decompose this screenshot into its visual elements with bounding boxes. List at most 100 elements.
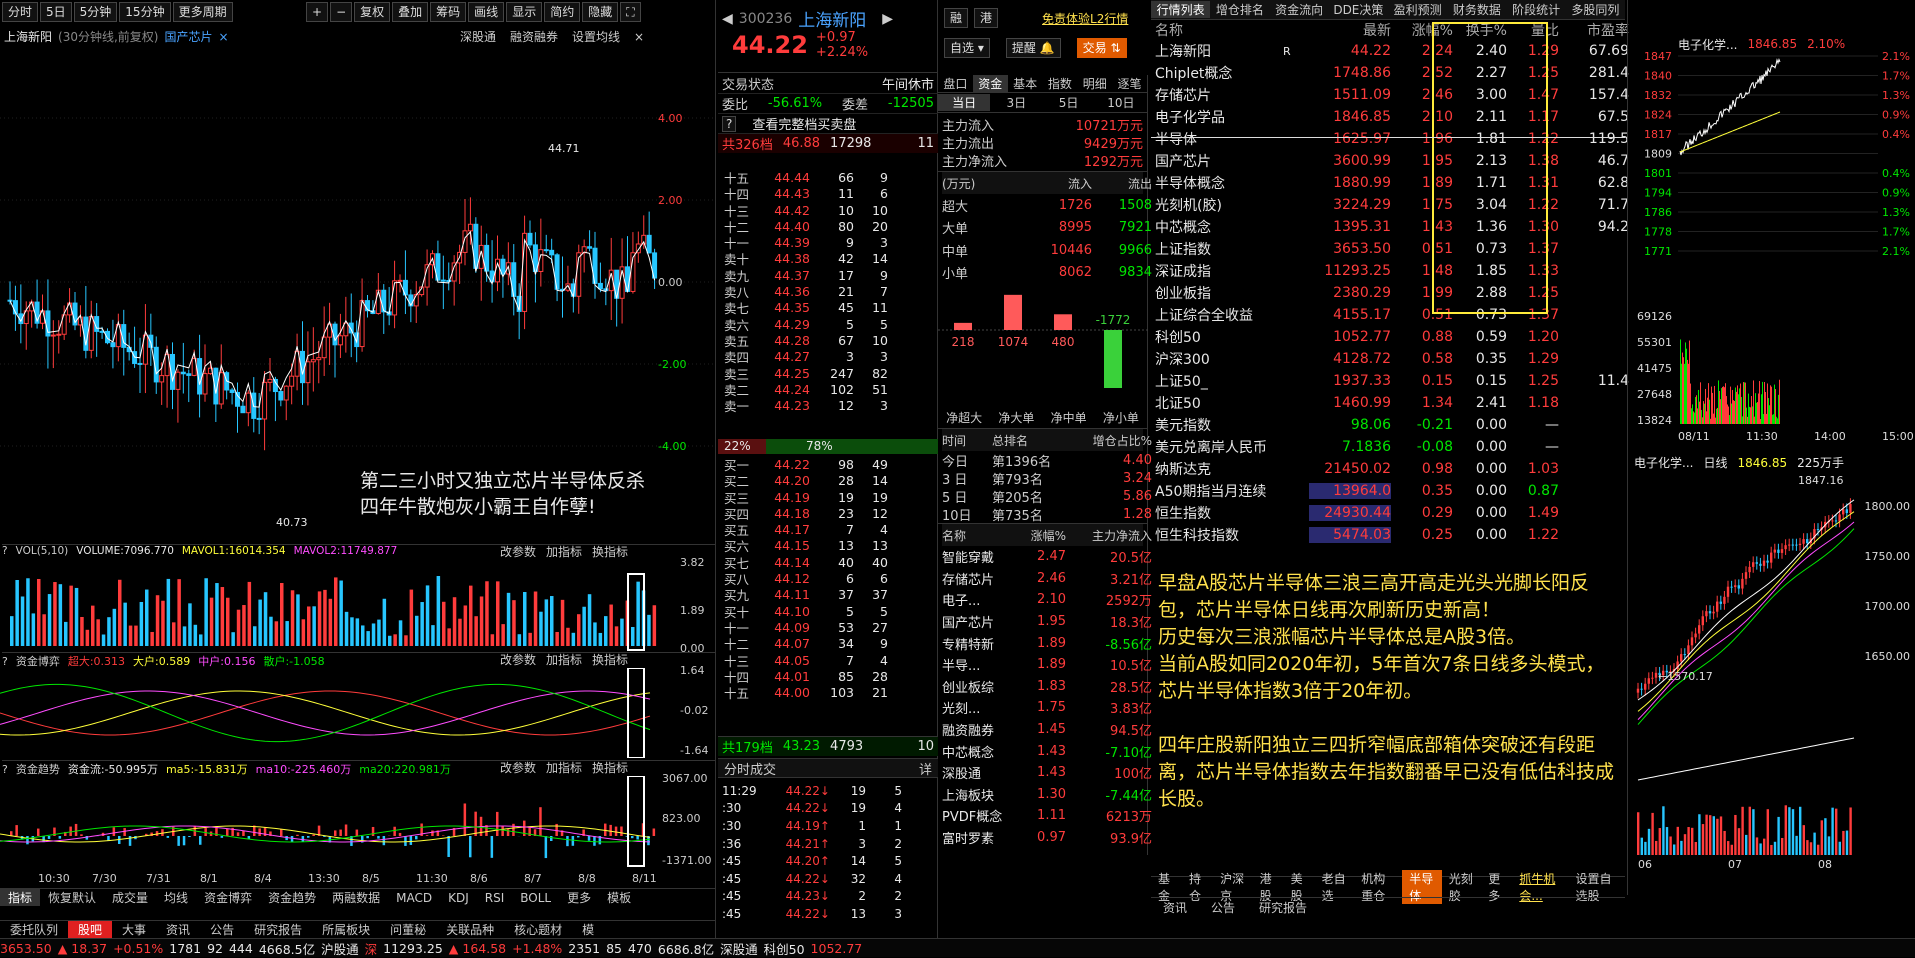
orderbook-row[interactable]: 十三44.421010 bbox=[724, 201, 934, 217]
table-row[interactable]: 上证综合全收益4155.170.510.731.37 bbox=[1155, 304, 1625, 326]
table-tab[interactable]: 行情列表 bbox=[1151, 1, 1210, 18]
orderbook-row[interactable]: 买六44.151313 bbox=[724, 536, 934, 552]
indicator-tab[interactable]: 资金博弈 bbox=[196, 889, 260, 906]
fullscreen-icon[interactable]: ⛶ bbox=[620, 2, 640, 22]
bottom-tab[interactable]: 关联品种 bbox=[436, 921, 504, 938]
flow-tab[interactable]: 指数 bbox=[1042, 75, 1077, 92]
bottom-tab[interactable]: 大事 bbox=[112, 921, 156, 938]
bottom-tab[interactable]: 股吧 bbox=[68, 921, 112, 938]
orderbook-row[interactable]: 买二44.202814 bbox=[724, 471, 934, 487]
table-row[interactable]: 创业板指2380.291.992.881.25 bbox=[1155, 282, 1625, 304]
trade-button[interactable]: 交易 ⇅ bbox=[1077, 38, 1127, 58]
draw-button[interactable]: 画线 bbox=[468, 2, 504, 22]
sector-row[interactable]: 深股通1.43100亿 bbox=[942, 762, 1143, 784]
orderbook-row[interactable]: 卖二44.2410251 bbox=[724, 380, 934, 396]
close-icon[interactable]: × bbox=[634, 30, 644, 44]
table-row[interactable]: Chiplet概念1748.862.522.271.25281.4 bbox=[1155, 62, 1625, 84]
table-row[interactable]: 深证成指11293.251.481.851.33 bbox=[1155, 260, 1625, 282]
indicator-tab[interactable]: 模板 bbox=[599, 889, 639, 906]
full-book-link[interactable]: 查看完整档买卖盘 bbox=[752, 114, 856, 133]
table-row[interactable]: 上证指数3653.500.510.731.37 bbox=[1155, 238, 1625, 260]
prev-stock-icon[interactable]: ◀ bbox=[722, 11, 733, 27]
orderbook-row[interactable]: 十二44.408020 bbox=[724, 217, 934, 233]
bottom-tab[interactable]: 所属板块 bbox=[312, 921, 380, 938]
indicator-tab[interactable]: 资金趋势 bbox=[260, 889, 324, 906]
hk-connect-link[interactable]: 深股通 bbox=[460, 28, 496, 45]
table-row[interactable]: 光刻机(胶)3224.291.753.041.2271.7 bbox=[1155, 194, 1625, 216]
overlay-button[interactable]: 叠加 bbox=[392, 2, 428, 22]
table-tab[interactable]: DDE决策 bbox=[1329, 1, 1388, 18]
table-row[interactable]: 电子化学品1846.852.102.111.1767.5 bbox=[1155, 106, 1625, 128]
table-tab[interactable]: 盈利预测 bbox=[1388, 1, 1447, 18]
close-icon[interactable]: × bbox=[218, 30, 228, 44]
orderbook-row[interactable]: 卖十44.384214 bbox=[724, 249, 934, 265]
zoom-in-button[interactable]: + bbox=[306, 2, 328, 22]
orderbook-row[interactable]: 买九44.113737 bbox=[724, 585, 934, 601]
flow-period[interactable]: 当日 bbox=[938, 94, 990, 111]
flow-period[interactable]: 10日 bbox=[1095, 94, 1147, 111]
orderbook-row[interactable]: 十三44.0574 bbox=[724, 651, 934, 667]
indicator-tab[interactable]: KDJ bbox=[440, 891, 477, 905]
question-icon[interactable]: ? bbox=[2, 545, 8, 557]
table-row[interactable]: 纳斯达克21450.020.980.001.03 bbox=[1155, 458, 1625, 480]
indicator-tab[interactable]: BOLL bbox=[512, 891, 559, 905]
flow-tab[interactable]: 基本 bbox=[1008, 75, 1043, 92]
chips-button[interactable]: 筹码 bbox=[430, 2, 466, 22]
orderbook-row[interactable]: 十二44.07349 bbox=[724, 634, 934, 650]
bottom-tab[interactable]: 核心题材 bbox=[504, 921, 572, 938]
flow-tab[interactable]: 明细 bbox=[1077, 75, 1112, 92]
indicator-tab[interactable]: 指标 bbox=[0, 889, 40, 906]
orderbook-row[interactable]: 买三44.191919 bbox=[724, 488, 934, 504]
orderbook-row[interactable]: 卖三44.2524782 bbox=[724, 364, 934, 380]
indicator-tab[interactable]: RSI bbox=[477, 891, 513, 905]
sector-row[interactable]: 融资融券1.4594.5亿 bbox=[942, 719, 1143, 741]
orderbook-row[interactable]: 十一44.3993 bbox=[724, 233, 934, 249]
alert-button[interactable]: 提醒 🔔 bbox=[1006, 38, 1061, 58]
flow-tab[interactable]: 逐笔 bbox=[1112, 75, 1147, 92]
orderbook-row[interactable]: 卖八44.36217 bbox=[724, 282, 934, 298]
indicator-tab[interactable]: 成交量 bbox=[104, 889, 156, 906]
orderbook-row[interactable]: 十四44.43116 bbox=[724, 184, 934, 200]
hide-button[interactable]: 隐藏 bbox=[582, 2, 618, 22]
orderbook-row[interactable]: 十五44.0010321 bbox=[724, 683, 934, 699]
orderbook-row[interactable]: 买五44.1774 bbox=[724, 520, 934, 536]
orderbook-row[interactable]: 买八44.1266 bbox=[724, 569, 934, 585]
daily-mini-chart[interactable]: 1800.001750.001700.001650.001847.16←1570… bbox=[1628, 470, 1915, 870]
period-5day[interactable]: 5日 bbox=[40, 2, 72, 22]
intraday-mini-chart[interactable]: 18472.1%18401.7%18321.3%18240.9%18170.4%… bbox=[1628, 52, 1915, 442]
table-row[interactable]: 上海新阳R44.222.242.401.2967.69 bbox=[1155, 40, 1625, 62]
set-ma-link[interactable]: 设置均线 bbox=[572, 28, 620, 45]
table-row[interactable]: 半导体概念1880.991.891.711.3162.8 bbox=[1155, 172, 1625, 194]
table-row[interactable]: 上证50_1937.330.150.151.2511.4 bbox=[1155, 370, 1625, 392]
display-button[interactable]: 显示 bbox=[506, 2, 542, 22]
capital-trend-chart[interactable] bbox=[0, 776, 716, 870]
concept-tag[interactable]: 国产芯片 bbox=[164, 28, 212, 45]
indicator-tab[interactable]: 均线 bbox=[156, 889, 196, 906]
news-tab[interactable]: 公告 bbox=[1199, 899, 1247, 916]
table-row[interactable]: 美元兑离岸人民币7.1836-0.080.00— bbox=[1155, 436, 1625, 458]
sector-row[interactable]: 光刻...1.753.83亿 bbox=[942, 697, 1143, 719]
margin-link[interactable]: 融资融券 bbox=[510, 28, 558, 45]
flow-period[interactable]: 3日 bbox=[990, 94, 1042, 111]
flow-period[interactable]: 5日 bbox=[1043, 94, 1095, 111]
orderbook-row[interactable]: 买七44.144040 bbox=[724, 553, 934, 569]
question-icon[interactable]: ? bbox=[2, 763, 8, 776]
flow-tab[interactable]: 盘口 bbox=[938, 75, 973, 92]
orderbook-row[interactable]: 卖六44.2955 bbox=[724, 315, 934, 331]
indicator-tab[interactable]: 恢复默认 bbox=[40, 889, 104, 906]
table-row[interactable]: A50期指当月连续13964.00.350.000.87 bbox=[1155, 480, 1625, 502]
margin-tag[interactable]: 融 bbox=[944, 8, 968, 28]
sector-row[interactable]: 上海板块1.30-7.44亿 bbox=[942, 783, 1143, 805]
sector-row[interactable]: 富时罗素0.9793.9亿 bbox=[942, 827, 1143, 849]
table-row[interactable]: 恒生指数24930.440.290.001.49 bbox=[1155, 502, 1625, 524]
simple-button[interactable]: 简约 bbox=[544, 2, 580, 22]
volume-chart[interactable] bbox=[0, 560, 716, 652]
table-tab[interactable]: 财务数据 bbox=[1447, 1, 1506, 18]
orderbook-row[interactable]: 卖九44.37179 bbox=[724, 266, 934, 282]
indicator-tab[interactable]: 更多 bbox=[559, 889, 599, 906]
l2-link[interactable]: 免责体验L2行情 bbox=[1042, 10, 1128, 27]
zoom-out-button[interactable]: − bbox=[330, 2, 352, 22]
next-stock-icon[interactable]: ▶ bbox=[882, 11, 893, 27]
period-more[interactable]: 更多周期 bbox=[173, 2, 233, 22]
news-tab[interactable]: 研究报告 bbox=[1247, 899, 1319, 916]
